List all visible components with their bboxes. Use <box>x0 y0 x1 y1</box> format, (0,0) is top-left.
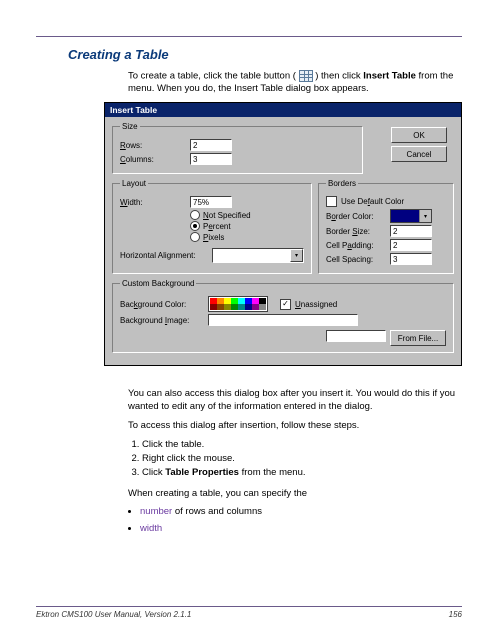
bg-image-input[interactable] <box>208 314 358 326</box>
step-1: Click the table. <box>142 439 462 450</box>
cancel-button[interactable]: Cancel <box>391 146 447 162</box>
custom-bg-legend: Custom Background <box>120 279 196 288</box>
paragraph-steps-intro: To access this dialog after insertion, f… <box>128 420 462 433</box>
horizontal-alignment-label: Horizontal Alignment: <box>120 251 212 260</box>
intro-text-1: To create a table, click the table butto… <box>128 71 296 82</box>
border-color-swatch <box>391 210 419 222</box>
layout-group: Layout Width: Not Specified <box>112 179 312 274</box>
chevron-down-icon: ▾ <box>290 249 303 262</box>
percent-label: Percent <box>203 222 231 231</box>
page-footer: Ektron CMS100 User Manual, Version 2.1.1… <box>36 606 462 619</box>
radio-pixels[interactable] <box>190 232 200 242</box>
pixels-label: Pixels <box>203 233 224 242</box>
paragraph-specify: When creating a table, you can specify t… <box>128 488 462 501</box>
layout-legend: Layout <box>120 179 148 188</box>
cell-spacing-input[interactable] <box>390 253 432 265</box>
horizontal-alignment-dropdown[interactable]: ▾ <box>212 248 304 263</box>
chevron-down-icon: ▾ <box>419 210 431 222</box>
bg-color-label: Background Color: <box>120 300 208 309</box>
border-color-label: Border Color: <box>326 212 390 221</box>
paragraph-access-after: You can also access this dialog box afte… <box>128 388 462 414</box>
table-icon <box>299 70 313 82</box>
bullet-number: number of rows and columns <box>140 506 462 517</box>
border-size-label: Border Size: <box>326 227 390 236</box>
width-input[interactable] <box>190 196 232 208</box>
insert-table-dialog: Insert Table OK Cancel Size Rows: Column… <box>104 102 462 366</box>
cell-padding-input[interactable] <box>390 239 432 251</box>
from-file-path-input[interactable] <box>326 330 386 342</box>
border-color-picker[interactable]: ▾ <box>390 209 432 223</box>
intro-paragraph: To create a table, click the table butto… <box>128 70 462 96</box>
columns-label: Columns: <box>120 155 190 164</box>
cell-padding-label: Cell Padding: <box>326 241 390 250</box>
top-rule <box>36 36 462 37</box>
unassigned-checkbox[interactable]: ✓ <box>280 299 291 310</box>
intro-text-2: ) then click <box>315 71 363 82</box>
cell-spacing-label: Cell Spacing: <box>326 255 390 264</box>
columns-input[interactable] <box>190 153 232 165</box>
width-label: Width: <box>120 198 190 207</box>
footer-left: Ektron CMS100 User Manual, Version 2.1.1 <box>36 610 191 619</box>
border-size-input[interactable] <box>390 225 432 237</box>
footer-page-number: 156 <box>449 610 462 619</box>
unassigned-label: Unassigned <box>295 300 337 309</box>
not-specified-label: Not Specified <box>203 211 251 220</box>
bg-color-palette[interactable] <box>208 296 268 312</box>
borders-group: Borders Use Default Color Border Color: … <box>318 179 454 274</box>
borders-legend: Borders <box>326 179 358 188</box>
step-2: Right click the mouse. <box>142 453 462 464</box>
steps-list: Click the table. Right click the mouse. … <box>128 439 462 478</box>
radio-percent[interactable] <box>190 221 200 231</box>
rows-input[interactable] <box>190 139 232 151</box>
bullet-width: width <box>140 523 462 534</box>
custom-background-group: Custom Background Background Color: ✓ Un… <box>112 279 454 353</box>
spec-bullets: number of rows and columns width <box>128 506 462 534</box>
size-legend: Size <box>120 122 140 131</box>
rows-label: Rows: <box>120 141 190 150</box>
insert-table-bold: Insert Table <box>363 71 416 82</box>
page-heading: Creating a Table <box>68 47 462 62</box>
size-group: Size Rows: Columns: <box>112 122 363 174</box>
dialog-titlebar: Insert Table <box>105 103 461 117</box>
use-default-color-checkbox[interactable] <box>326 196 337 207</box>
from-file-button[interactable]: From File... <box>390 330 446 346</box>
radio-not-specified[interactable] <box>190 210 200 220</box>
ok-button[interactable]: OK <box>391 127 447 143</box>
step-3: Click Table Properties from the menu. <box>142 467 462 478</box>
use-default-color-label: Use Default Color <box>341 197 404 206</box>
bg-image-label: Background Image: <box>120 316 208 325</box>
